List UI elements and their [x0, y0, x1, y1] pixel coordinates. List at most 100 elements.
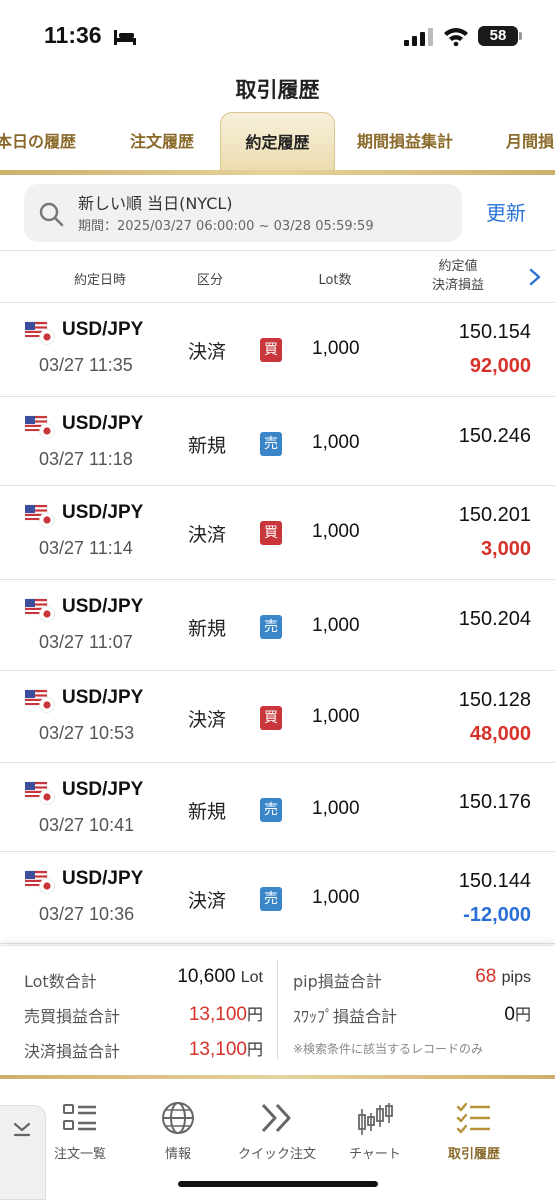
search-period-text: 期間：2025/03/27 06:00:00 ~ 03/28 05:59:59	[78, 219, 374, 234]
tab-period-pl-summary[interactable]: 期間損益集計	[357, 112, 453, 172]
exec-datetime: 03/27 10:53	[39, 723, 135, 743]
side-badge: 買	[260, 706, 282, 730]
settle-pl-number: 13,100	[188, 1039, 247, 1060]
trade-pl-value: 13,100円	[189, 1001, 263, 1026]
refresh-button[interactable]: 更新	[486, 197, 526, 226]
cellular-signal-icon	[404, 28, 433, 46]
candlestick-icon	[358, 1103, 393, 1135]
summary-divider	[277, 960, 278, 1060]
usd-jpy-flag-icon	[25, 781, 55, 805]
table-row[interactable]: USD/JPY 03/27 10:53 決済 買 1,000 150.128 48,000	[0, 671, 555, 763]
currency-pair: USD/JPY	[62, 502, 144, 523]
exec-price: 150.144	[458, 870, 531, 892]
lot-value: 1,000	[312, 521, 360, 542]
chevron-right-icon[interactable]	[528, 266, 542, 288]
settle-pl: 48,000	[469, 723, 531, 745]
currency-pair: USD/JPY	[62, 868, 144, 889]
table-row[interactable]: USD/JPY 03/27 11:14 決済 買 1,000 150.201 3,000	[0, 486, 555, 580]
exec-price: 150.204	[458, 608, 531, 630]
nav-info[interactable]: 情報	[128, 1101, 228, 1162]
lot-value: 1,000	[312, 798, 360, 819]
exec-datetime: 03/27 11:14	[39, 538, 133, 558]
usd-jpy-flag-icon	[25, 504, 55, 528]
battery-indicator: 58	[478, 26, 518, 46]
settle-pl-value: 13,100円	[189, 1036, 263, 1061]
table-row[interactable]: USD/JPY 03/27 10:41 新規 売 1,000 150.176	[0, 763, 555, 852]
lot-value: 1,000	[312, 887, 360, 908]
home-indicator[interactable]	[178, 1181, 378, 1187]
nav-order-list[interactable]: 注文一覧	[30, 1101, 130, 1162]
currency-pair: USD/JPY	[62, 779, 144, 800]
exec-datetime: 03/27 10:36	[39, 904, 135, 924]
nav-label-order-list: 注文一覧	[53, 1147, 106, 1162]
side-badge: 売	[260, 887, 282, 911]
trade-kind: 決済	[188, 341, 227, 363]
exec-price: 150.246	[458, 425, 531, 447]
nav-label-chart: チャート	[349, 1147, 401, 1162]
trade-pl-number: 13,100	[188, 1004, 247, 1025]
collapse-down-icon	[13, 1122, 31, 1137]
tab-monthly-pl[interactable]: 月間損	[506, 112, 554, 172]
double-chevron-icon	[261, 1103, 291, 1133]
header-settle-pl: 決済損益	[431, 278, 484, 293]
lot-total-value: 10,600 Lot	[177, 966, 263, 988]
currency-pair: USD/JPY	[62, 413, 144, 434]
pip-pl-label: pip損益合計	[293, 972, 382, 991]
usd-jpy-flag-icon	[25, 321, 55, 345]
exec-price: 150.176	[458, 791, 531, 813]
lot-value: 1,000	[312, 432, 360, 453]
sleep-focus-icon	[114, 30, 136, 45]
summary-panel: Lot数合計 10,600 Lot 売買損益合計 13,100円 決済損益合計 …	[0, 945, 555, 1075]
swap-pl-unit: 円	[514, 1007, 531, 1024]
tab-order-history[interactable]: 注文履歴	[130, 112, 194, 172]
status-time: 11:36	[44, 22, 102, 48]
table-header: 約定日時 区分 Lot数 約定値 決済損益	[0, 250, 555, 303]
header-exec-datetime: 約定日時	[73, 273, 126, 288]
table-row[interactable]: USD/JPY 03/27 10:36 決済 売 1,000 150.144 -12,000	[0, 852, 555, 944]
search-condition-box[interactable]: 新しい順 当日(NYCL) 期間：2025/03/27 06:00:00 ~ 0…	[24, 184, 462, 242]
header-exec-price: 約定値	[438, 259, 478, 274]
search-condition-text: 新しい順 当日(NYCL)	[78, 194, 233, 213]
trade-kind: 新規	[188, 618, 227, 640]
side-badge: 売	[260, 432, 282, 456]
lot-value: 1,000	[312, 615, 360, 636]
pip-pl-unit: pips	[501, 969, 531, 986]
exec-datetime: 03/27 11:35	[39, 355, 133, 375]
lot-value: 1,000	[312, 706, 360, 727]
lot-total-label: Lot数合計	[24, 972, 97, 991]
settle-pl-label: 決済損益合計	[24, 1042, 121, 1061]
header-lot: Lot数	[318, 273, 352, 288]
summary-note: ※検索条件に該当するレコードのみ	[293, 1042, 484, 1056]
battery-cap	[519, 32, 522, 40]
lot-total-unit: Lot	[240, 969, 263, 986]
exec-datetime: 03/27 11:07	[39, 632, 133, 652]
status-bar: 11:36 58	[0, 0, 555, 72]
trade-kind: 決済	[188, 709, 227, 731]
side-badge: 買	[260, 338, 282, 362]
tab-execution-history[interactable]: 約定履歴	[220, 112, 335, 172]
wifi-icon	[444, 28, 468, 46]
pip-pl-value: 68 pips	[475, 966, 531, 988]
usd-jpy-flag-icon	[25, 870, 55, 894]
swap-pl-value: 0円	[504, 1001, 531, 1026]
table-row[interactable]: USD/JPY 03/27 11:07 新規 売 1,000 150.204	[0, 580, 555, 671]
page-title: 取引履歴	[235, 78, 320, 102]
trade-pl-label: 売買損益合計	[24, 1007, 121, 1026]
trade-kind: 新規	[188, 435, 227, 457]
usd-jpy-flag-icon	[25, 415, 55, 439]
exec-price: 150.201	[458, 504, 531, 526]
lot-total-number: 10,600	[177, 966, 236, 987]
table-row[interactable]: USD/JPY 03/27 11:18 新規 売 1,000 150.246	[0, 397, 555, 486]
nav-chart[interactable]: チャート	[325, 1101, 425, 1162]
nav-quick-order[interactable]: クイック注文	[227, 1101, 327, 1162]
nav-label-quick-order: クイック注文	[237, 1147, 316, 1162]
nav-trade-history[interactable]: 取引履歴	[424, 1101, 524, 1162]
swap-pl-label: ｽﾜｯﾌﾟ損益合計	[293, 1007, 398, 1026]
settle-pl: -12,000	[463, 904, 531, 926]
swap-pl-number: 0	[504, 1004, 515, 1025]
settle-pl-unit: 円	[246, 1042, 263, 1059]
usd-jpy-flag-icon	[25, 689, 55, 713]
tab-today-history[interactable]: 本日の履歴	[0, 112, 76, 172]
settle-pl: 3,000	[480, 538, 531, 560]
table-row[interactable]: USD/JPY 03/27 11:35 決済 買 1,000 150.154 92,000	[0, 303, 555, 397]
